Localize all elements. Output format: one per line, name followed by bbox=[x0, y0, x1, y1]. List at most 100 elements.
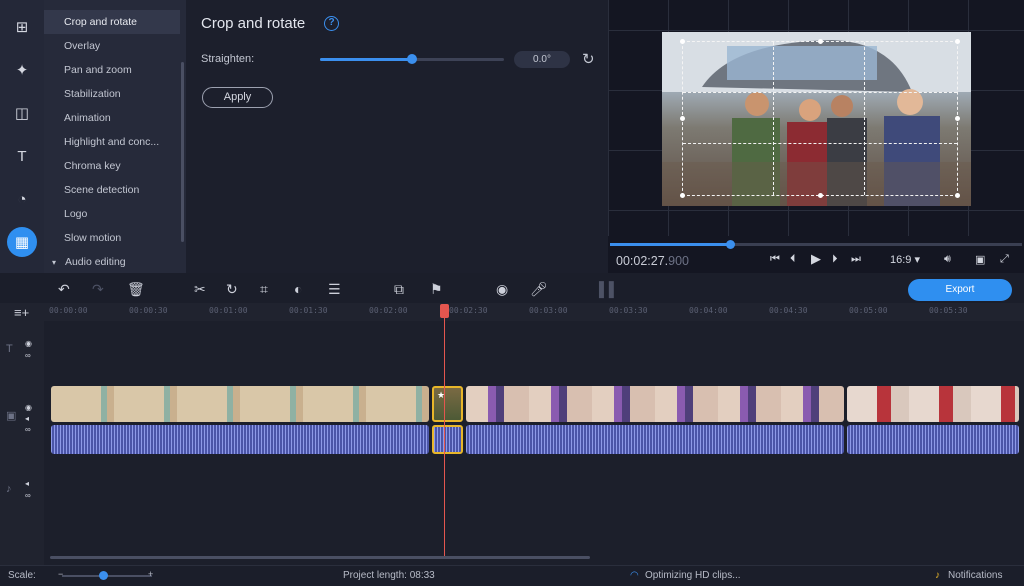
next-frame-icon[interactable]: ⏵ bbox=[832, 253, 838, 266]
crop-guide bbox=[773, 42, 775, 195]
bell-icon[interactable]: ♪ bbox=[935, 570, 940, 581]
playhead[interactable] bbox=[444, 304, 445, 556]
ruler-tick: 00:04:00 bbox=[689, 306, 728, 315]
lock-icon[interactable]: ∞ bbox=[25, 351, 31, 360]
timeline-scrollbar[interactable] bbox=[50, 556, 590, 559]
tool-overlay[interactable]: Overlay bbox=[44, 34, 180, 58]
tool-scene-detection[interactable]: Scene detection bbox=[44, 178, 180, 202]
crop-handle[interactable] bbox=[955, 116, 960, 121]
tool-pan-and-zoom[interactable]: Pan and zoom bbox=[44, 58, 180, 82]
skip-start-icon[interactable]: ⏮ bbox=[770, 253, 780, 266]
stickers-icon[interactable]: ◔ bbox=[7, 184, 37, 214]
titles-icon[interactable]: T bbox=[7, 141, 37, 171]
playhead-handle[interactable] bbox=[440, 304, 449, 318]
visibility-icon[interactable]: ◉ bbox=[25, 339, 32, 348]
audio-clip-selected[interactable] bbox=[432, 425, 463, 454]
audio-clip[interactable] bbox=[51, 425, 429, 454]
crop-handle[interactable] bbox=[818, 193, 823, 198]
crop-icon[interactable]: ⌗ bbox=[260, 281, 268, 298]
crop-handle[interactable] bbox=[955, 39, 960, 44]
webcam-icon[interactable]: ◉ bbox=[496, 281, 508, 298]
snapshot-icon[interactable]: ▣ bbox=[975, 253, 985, 266]
play-icon[interactable]: ▶ bbox=[811, 251, 821, 267]
crop-handle[interactable] bbox=[680, 193, 685, 198]
ruler-tick: 00:01:00 bbox=[209, 306, 248, 315]
rotate-clip-icon[interactable]: ↻ bbox=[226, 281, 238, 298]
add-track-icon[interactable]: ≡+ bbox=[14, 305, 29, 320]
tool-chroma-key[interactable]: Chroma key bbox=[44, 154, 180, 178]
crop-handle[interactable] bbox=[955, 193, 960, 198]
video-clip-selected[interactable]: ★ bbox=[432, 386, 463, 422]
lock-icon[interactable]: ∞ bbox=[25, 425, 31, 434]
text-track-icon: T bbox=[6, 343, 13, 355]
video-clip-friends[interactable] bbox=[466, 386, 844, 422]
playback-handle[interactable] bbox=[726, 240, 735, 249]
ruler-tick: 00:01:30 bbox=[289, 306, 328, 315]
crop-handle[interactable] bbox=[818, 39, 823, 44]
project-length-label: Project length: bbox=[343, 570, 407, 581]
spinner-icon: ◠ bbox=[630, 570, 639, 581]
lock-icon[interactable]: ∞ bbox=[25, 491, 31, 500]
redo-icon[interactable]: ↷ bbox=[92, 281, 104, 298]
tool-slow-motion[interactable]: Slow motion bbox=[44, 226, 180, 250]
transitions-icon[interactable]: ◫ bbox=[7, 98, 37, 128]
mute-icon[interactable]: ◂ bbox=[25, 414, 29, 423]
track-headers: ≡+ T ◉ ∞ ▣ ◉ ◂ ∞ ♪ ◂ ∞ bbox=[0, 303, 44, 565]
visibility-icon[interactable]: ◉ bbox=[25, 403, 32, 412]
microphone-icon[interactable]: 🎤︎ bbox=[530, 281, 548, 298]
fullscreen-icon[interactable]: ⤢ bbox=[1000, 253, 1009, 266]
music-track-icon: ♪ bbox=[6, 483, 12, 495]
playback-progress-fill bbox=[610, 243, 731, 246]
color-adjust-icon[interactable]: ◐ bbox=[294, 281, 302, 297]
filters-icon[interactable]: ✦ bbox=[7, 55, 37, 85]
audio-clip[interactable] bbox=[466, 425, 844, 454]
cut-icon[interactable]: ✂ bbox=[194, 281, 206, 298]
straighten-slider-handle[interactable] bbox=[407, 54, 417, 64]
status-bar: Scale: − + Project length: 08:33 ◠ Optim… bbox=[0, 565, 1024, 586]
crop-handle[interactable] bbox=[680, 116, 685, 121]
tool-stabilization[interactable]: Stabilization bbox=[44, 82, 180, 106]
zoom-in-icon[interactable]: + bbox=[148, 569, 153, 579]
timeline-toolbar: ↶ ↷ 🗑︎ ✂ ↻ ⌗ ◐ ☰ ⧉ ⚑ ◉ 🎤︎ ▐▐ Export bbox=[44, 273, 1024, 303]
mute-icon[interactable]: ◂ bbox=[25, 479, 29, 488]
angle-input[interactable]: 0.0° bbox=[514, 51, 570, 68]
tool-logo[interactable]: Logo bbox=[44, 202, 180, 226]
video-clip-beach[interactable] bbox=[51, 386, 429, 422]
tool-crop-and-rotate[interactable]: Crop and rotate bbox=[44, 10, 180, 34]
marker-icon[interactable]: ⚑ bbox=[430, 281, 443, 298]
crop-handle[interactable] bbox=[680, 39, 685, 44]
ruler-tick: 00:04:30 bbox=[769, 306, 808, 315]
more-tools-icon[interactable]: ▦ bbox=[7, 227, 37, 257]
delete-icon[interactable]: 🗑︎ bbox=[127, 281, 145, 298]
prev-frame-icon[interactable]: ⏴ bbox=[790, 253, 796, 266]
transition-wizard-icon[interactable]: ⧉ bbox=[394, 281, 404, 298]
ruler-tick: 00:05:00 bbox=[849, 306, 888, 315]
tools-scrollbar[interactable] bbox=[181, 62, 184, 242]
tool-audio-editing[interactable]: ▾ Audio editing bbox=[44, 250, 180, 273]
zoom-out-icon[interactable]: − bbox=[58, 569, 63, 579]
aspect-ratio-select[interactable]: 16:9 ▾ bbox=[890, 253, 920, 266]
timeline-ruler[interactable]: 00:00:00 00:00:30 00:01:00 00:01:30 00:0… bbox=[44, 303, 1024, 321]
tool-animation[interactable]: Animation bbox=[44, 106, 180, 130]
ruler-tick: 00:02:00 bbox=[369, 306, 408, 315]
undo-icon[interactable]: ↶ bbox=[58, 281, 70, 298]
notifications-link[interactable]: Notifications bbox=[948, 570, 1002, 581]
export-button[interactable]: Export bbox=[908, 279, 1012, 301]
chevron-down-icon: ▾ bbox=[52, 258, 57, 267]
crop-frame[interactable] bbox=[680, 39, 960, 198]
tool-highlight-and-conceal[interactable]: Highlight and conc... bbox=[44, 130, 180, 154]
scale-slider-handle[interactable] bbox=[99, 571, 108, 580]
volume-icon[interactable]: 🔊︎ bbox=[944, 253, 951, 266]
more-icon[interactable]: ▐▐ bbox=[594, 281, 614, 297]
import-icon[interactable]: ⊞ bbox=[7, 12, 37, 42]
straighten-label: Straighten: bbox=[201, 53, 255, 65]
audio-clip[interactable] bbox=[847, 425, 1019, 454]
clip-properties-icon[interactable]: ☰ bbox=[328, 281, 341, 298]
apply-button[interactable]: Apply bbox=[202, 87, 273, 108]
rotate-icon[interactable]: ↻ bbox=[582, 50, 595, 68]
video-clip-car[interactable] bbox=[847, 386, 1019, 422]
skip-end-icon[interactable]: ⏭ bbox=[851, 253, 861, 266]
preview-panel: 00:02:27.900 ⏮ ⏴ ▶ ⏵ ⏭ 16:9 ▾ 🔊︎ ▣ ⤢ bbox=[608, 0, 1024, 273]
straighten-slider-fill bbox=[320, 58, 412, 61]
help-icon[interactable]: ? bbox=[324, 16, 339, 31]
